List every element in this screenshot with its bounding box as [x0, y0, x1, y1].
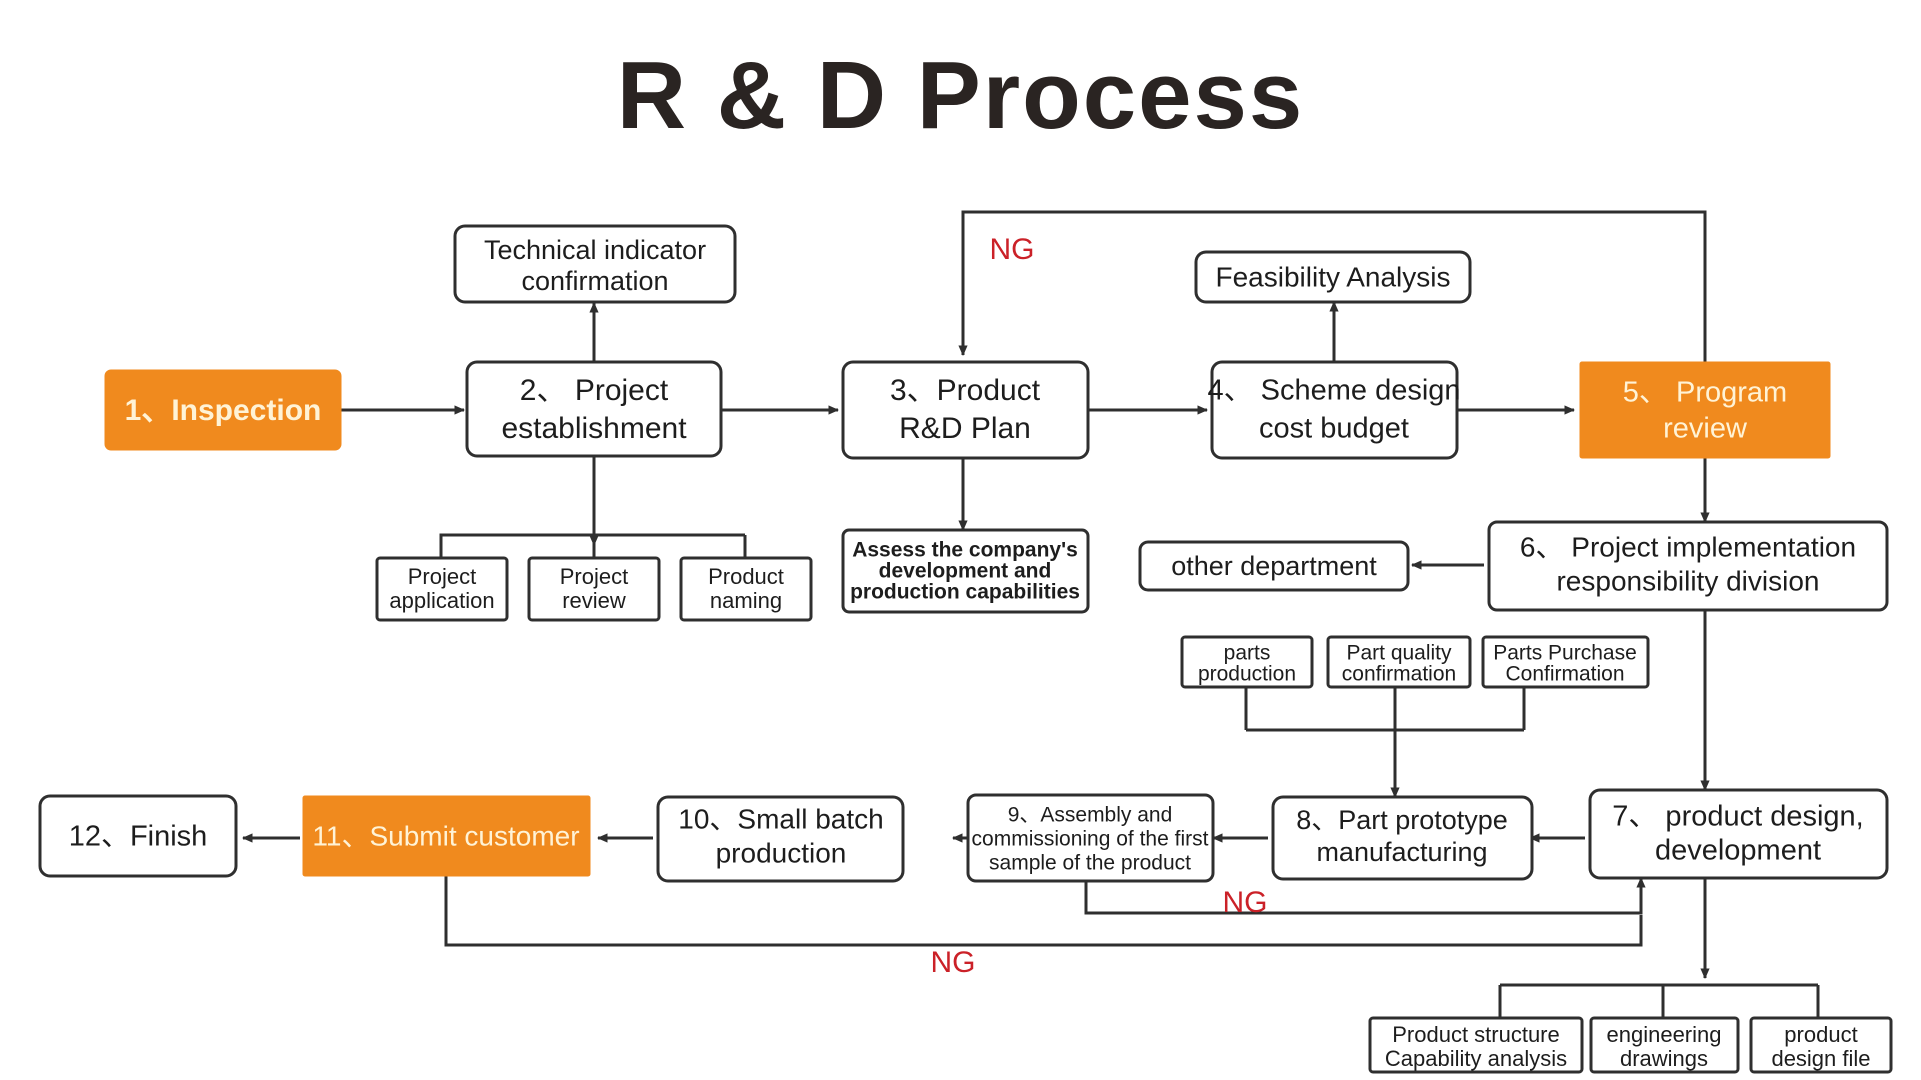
node-part-quality-line-1: Part quality: [1346, 642, 1452, 665]
node-engineering-drawings-line-2: drawings: [1620, 1046, 1708, 1071]
node-3-product-rd-plan[interactable]: 3、Product R&D Plan: [841, 360, 1090, 460]
node-8-line-2: manufacturing: [1316, 837, 1487, 867]
ng-label-mid: NG: [1223, 886, 1268, 919]
node-product-design-file-line-2: design file: [1771, 1046, 1870, 1071]
node-6-project-implementation[interactable]: 6、 Project implementation responsibility…: [1487, 520, 1889, 612]
flowchart-svg: 1、Inspection 2、 Project establishment Te…: [38, 210, 1893, 1074]
node-7-line-2: development: [1655, 835, 1821, 867]
node-2-line-2: establishment: [501, 412, 687, 445]
link-2-to-subitems-bus: [439, 456, 596, 558]
node-9-assembly-commissioning[interactable]: 9、Assembly and commissioning of the firs…: [966, 793, 1215, 883]
node-parts-production-line-2: production: [1198, 663, 1296, 686]
node-8-line-1: 8、Part prototype: [1296, 805, 1508, 835]
node-parts-production-line-1: parts: [1224, 642, 1271, 665]
node-product-structure-line-1: Product structure: [1392, 1022, 1560, 1047]
node-product-structure-line-2: Capability analysis: [1385, 1046, 1567, 1071]
node-9-line-2: commissioning of the first: [972, 828, 1209, 851]
node-part-quality-line-2: confirmation: [1342, 663, 1456, 686]
node-other-department[interactable]: other department: [1138, 540, 1410, 592]
node-project-review-line-1: Project: [560, 564, 628, 589]
node-parts-purchase-line-2: Confirmation: [1505, 663, 1624, 686]
node-engineering-drawings-line-1: engineering: [1607, 1022, 1722, 1047]
node-9-line-3: sample of the product: [989, 852, 1191, 875]
node-10-small-batch-production[interactable]: 10、Small batch production: [656, 795, 905, 883]
node-5-program-review[interactable]: 5、 Program review: [1579, 361, 1831, 459]
node-8-part-prototype-manufacturing[interactable]: 8、Part prototype manufacturing: [1271, 795, 1534, 881]
node-2-project-establishment[interactable]: 2、 Project establishment: [465, 360, 723, 458]
node-parts-purchase-line-1: Parts Purchase: [1493, 642, 1637, 665]
node-assess-capabilities[interactable]: Assess the company's development and pro…: [841, 528, 1090, 614]
node-7-product-design-development[interactable]: 7、 product design, development: [1588, 788, 1889, 880]
node-technical-line-2: confirmation: [521, 266, 668, 296]
node-assess-line-1: Assess the company's: [852, 539, 1078, 562]
node-other-department-label: other department: [1171, 551, 1377, 581]
node-product-naming-line-1: Product: [708, 564, 784, 589]
node-product-structure-capability[interactable]: Product structure Capability analysis: [1368, 1016, 1584, 1074]
node-1-inspection-label: 1、Inspection: [125, 394, 322, 427]
diagram-canvas: R & D Process 1、Inspection 2、 Project es…: [0, 0, 1921, 1080]
node-project-application[interactable]: Project application: [375, 556, 509, 622]
node-5-line-2: review: [1663, 413, 1748, 445]
node-10-line-1: 10、Small batch: [678, 803, 883, 834]
link-ng-11-to-7: [444, 876, 1643, 947]
node-product-naming[interactable]: Product naming: [679, 556, 813, 622]
node-6-line-1: 6、 Project implementation: [1520, 531, 1856, 562]
node-11-submit-customer[interactable]: 11、Submit customer: [302, 795, 591, 877]
node-parts-production[interactable]: parts production: [1180, 635, 1314, 689]
node-product-design-file-line-1: product: [1784, 1022, 1857, 1047]
node-project-review[interactable]: Project review: [527, 556, 661, 622]
node-11-label: 11、Submit customer: [312, 820, 579, 851]
ng-label-bottom: NG: [931, 946, 976, 979]
node-12-finish[interactable]: 12、Finish: [38, 794, 238, 878]
node-7-line-1: 7、 product design,: [1612, 801, 1864, 833]
node-assess-line-3: production capabilities: [850, 581, 1080, 604]
node-10-line-2: production: [716, 837, 847, 868]
node-feasibility-analysis[interactable]: Feasibility Analysis: [1194, 250, 1472, 304]
node-feasibility-label: Feasibility Analysis: [1216, 261, 1451, 292]
node-3-line-2: R&D Plan: [899, 412, 1031, 445]
node-9-line-1: 9、Assembly and: [1008, 804, 1173, 827]
node-project-review-line-2: review: [562, 588, 626, 613]
node-assess-line-2: development and: [879, 560, 1052, 583]
node-project-application-line-2: application: [389, 588, 494, 613]
node-3-line-1: 3、Product: [890, 374, 1041, 407]
node-4-scheme-design-cost-budget[interactable]: 4、 Scheme design cost budget: [1207, 360, 1461, 460]
node-product-naming-line-2: naming: [710, 588, 782, 613]
node-part-quality-confirmation[interactable]: Part quality confirmation: [1326, 635, 1472, 689]
node-2-line-1: 2、 Project: [520, 374, 669, 407]
ng-label-top: NG: [990, 233, 1035, 266]
node-technical-indicator-confirmation[interactable]: Technical indicator confirmation: [453, 224, 737, 304]
node-4-line-1: 4、 Scheme design: [1207, 375, 1460, 407]
node-6-line-2: responsibility division: [1556, 565, 1819, 596]
node-technical-line-1: Technical indicator: [484, 235, 706, 265]
node-parts-purchase-confirmation[interactable]: Parts Purchase Confirmation: [1481, 635, 1650, 689]
node-engineering-drawings[interactable]: engineering drawings: [1589, 1016, 1740, 1074]
node-5-line-1: 5、 Program: [1623, 377, 1787, 409]
node-project-application-line-1: Project: [408, 564, 476, 589]
node-12-label: 12、Finish: [69, 821, 208, 853]
node-1-inspection[interactable]: 1、Inspection: [104, 369, 342, 451]
node-4-line-2: cost budget: [1259, 413, 1409, 445]
node-product-design-file[interactable]: product design file: [1749, 1016, 1893, 1074]
